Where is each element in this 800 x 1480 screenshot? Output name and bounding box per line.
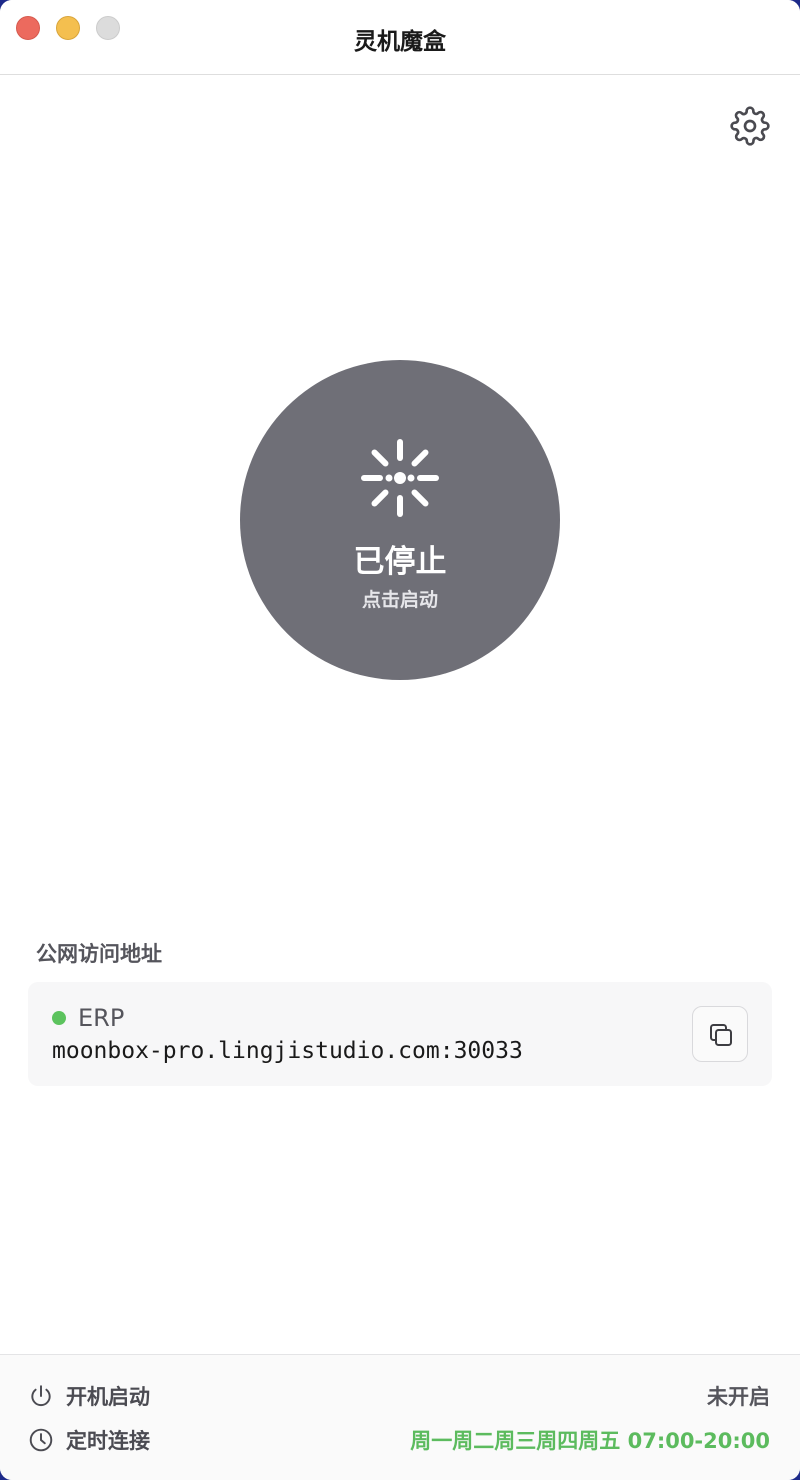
status-hint: 点击启动 [361, 589, 438, 611]
settings-footer: 开机启动 未开启 定时连接 周一周二周三周四周五 07:00-20:00 [0, 1354, 800, 1480]
auto-start-row[interactable]: 开机启动 未开启 [0, 1375, 800, 1415]
online-status-dot [52, 1011, 66, 1025]
scheduled-connect-value: 周一周二周三周四周五 07:00-20:00 [410, 1429, 770, 1453]
scheduled-connect-label: 定时连接 [66, 1429, 150, 1453]
auto-start-value: 未开启 [707, 1385, 770, 1409]
address-card: ERP moonbox-pro.lingjistudio.com:30033 [28, 982, 772, 1086]
public-address-label: 公网访问地址 [36, 942, 162, 966]
copy-button[interactable] [692, 1006, 748, 1062]
status-text: 已停止 [353, 544, 447, 580]
copy-icon [710, 1024, 732, 1046]
scheduled-connect-row[interactable]: 定时连接 周一周二周三周四周五 07:00-20:00 [0, 1419, 800, 1459]
gear-icon[interactable] [730, 106, 770, 146]
auto-start-label: 开机启动 [66, 1385, 150, 1409]
loading-spinner-icon [360, 438, 440, 518]
clock-icon [28, 1427, 54, 1453]
service-name: ERP [78, 1004, 125, 1032]
start-stop-button[interactable]: 已停止 点击启动 [240, 360, 560, 680]
service-url[interactable]: moonbox-pro.lingjistudio.com:30033 [52, 1038, 523, 1064]
power-icon [28, 1383, 54, 1409]
title-bar: 灵机魔盒 [0, 0, 800, 75]
app-window: 灵机魔盒 已停止 点击启动 公网访问地址 ERP moonbox-pro.lin… [0, 0, 800, 1480]
window-title: 灵机魔盒 [354, 29, 446, 55]
